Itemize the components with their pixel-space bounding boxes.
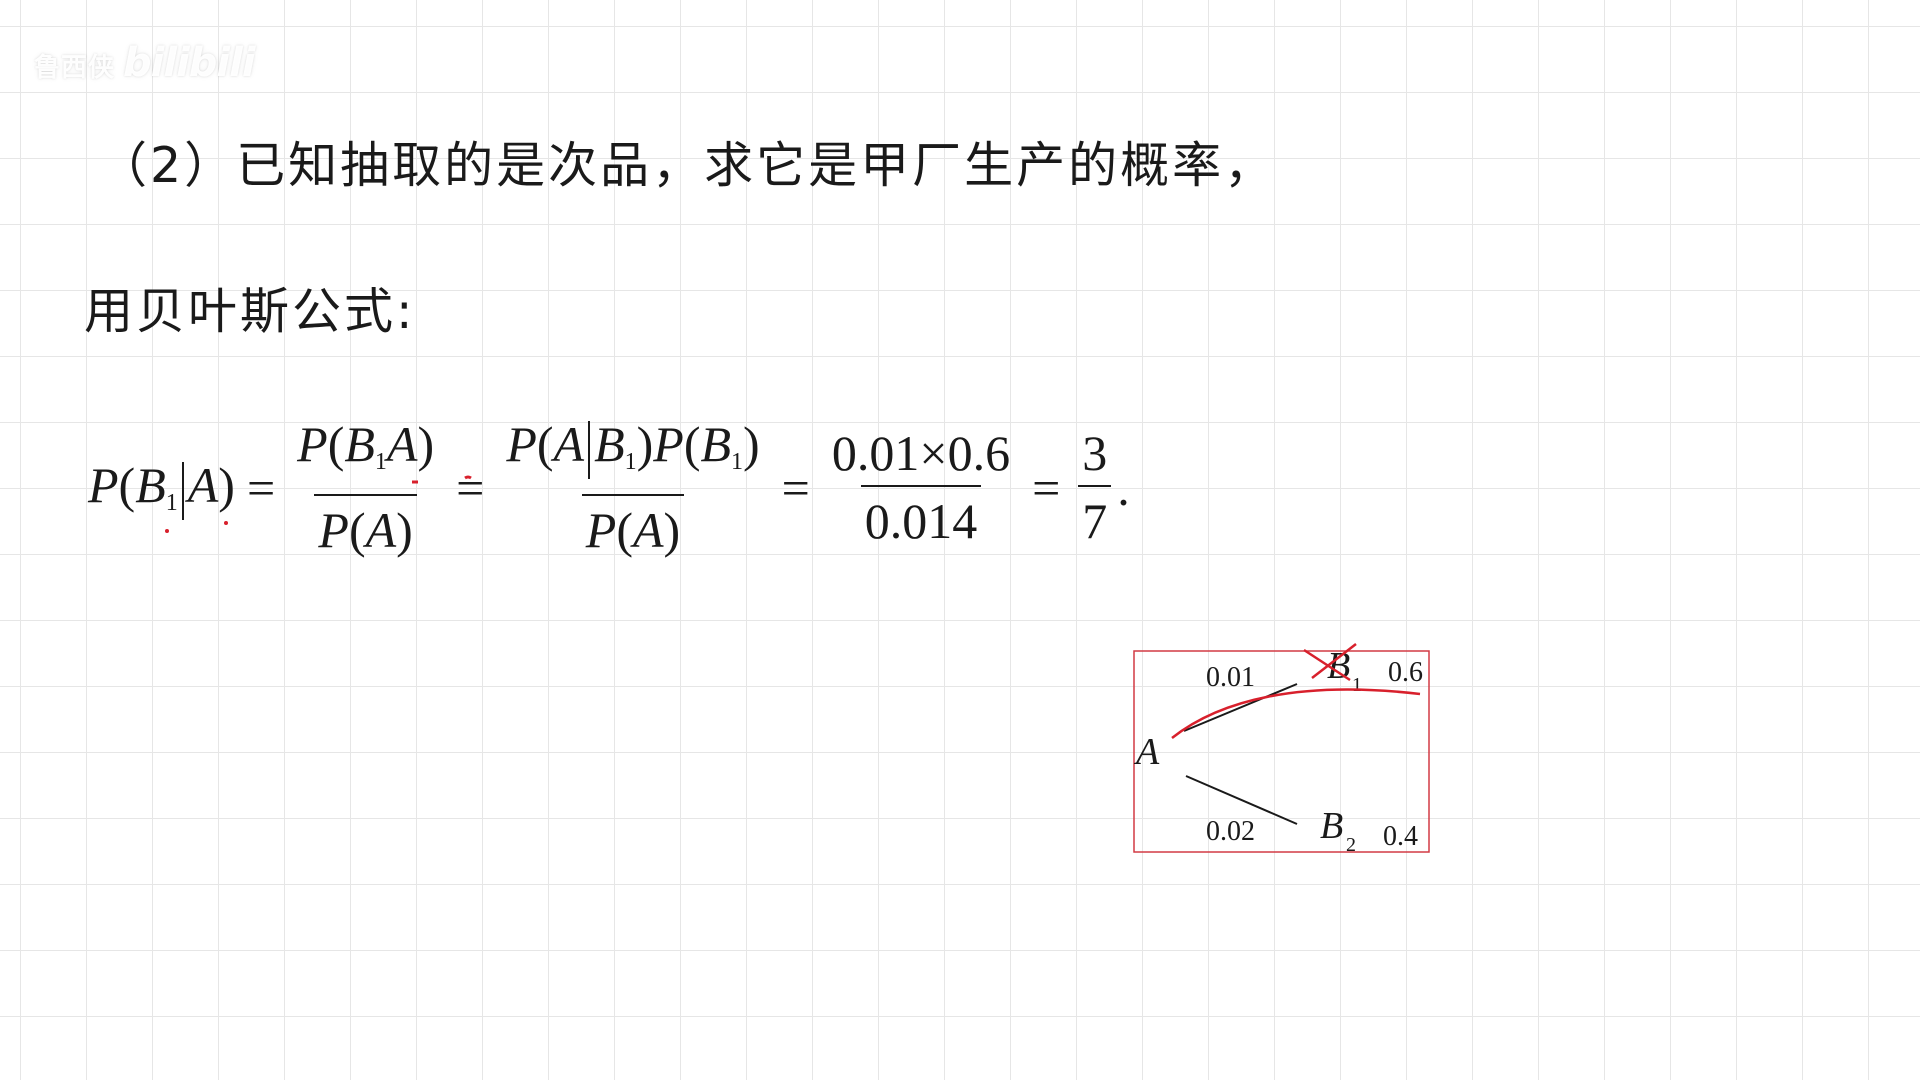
tree-node-b2: B	[1320, 805, 1343, 847]
tree-weight-lower: 0.4	[1383, 821, 1418, 852]
tree-prob-upper: 0.01	[1206, 662, 1255, 693]
tree-prob-lower: 0.02	[1206, 816, 1255, 847]
annotation-layer: A 0.01 0.02 B 1 B 2 0.6 0.4	[165, 475, 1430, 856]
red-dot	[224, 521, 228, 525]
red-dot	[165, 529, 169, 533]
tree-node-b1-sub: 1	[1352, 674, 1362, 696]
tree-root-a: A	[1133, 731, 1160, 773]
red-annotation-arc	[1171, 688, 1421, 739]
red-tick	[464, 475, 472, 480]
tree-weight-upper: 0.6	[1388, 657, 1423, 688]
probability-tree: A 0.01 0.02 B 1 B 2 0.6 0.4	[1133, 643, 1430, 856]
tree-node-b2-sub: 2	[1346, 834, 1356, 856]
